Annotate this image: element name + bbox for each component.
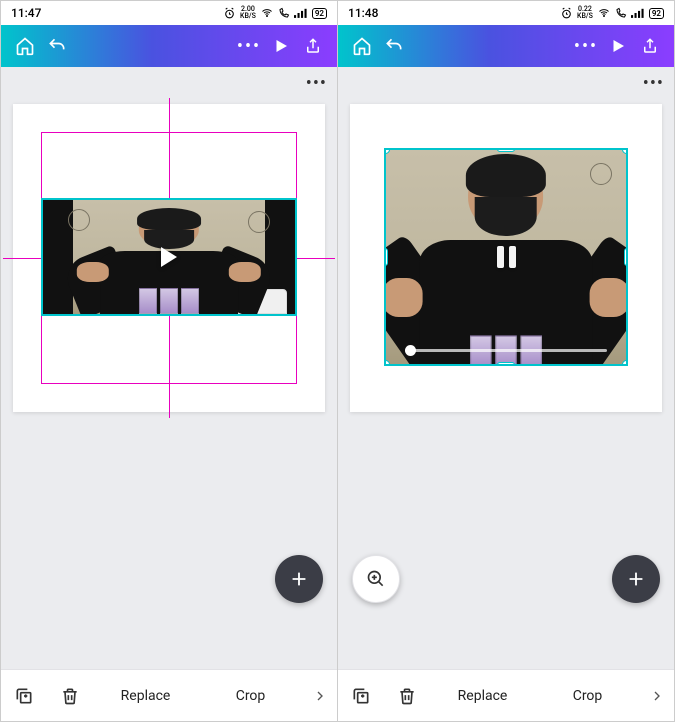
add-page-button[interactable]	[275, 555, 323, 603]
home-button[interactable]	[346, 30, 378, 62]
network-speed: 0.22 KB/S	[577, 6, 593, 20]
crop-button[interactable]: Crop	[535, 688, 640, 704]
status-time: 11:47	[11, 6, 41, 20]
pause-icon[interactable]	[497, 246, 516, 268]
duplicate-button[interactable]	[1, 686, 47, 706]
signal-icon	[631, 7, 645, 19]
undo-button[interactable]	[41, 30, 73, 62]
delete-button[interactable]	[47, 686, 93, 706]
battery-icon: 92	[312, 8, 327, 19]
editor-workspace: •••	[338, 67, 674, 669]
share-button[interactable]	[634, 30, 666, 62]
more-button[interactable]: •••	[570, 30, 602, 62]
app-toolbar: •••	[1, 25, 337, 67]
phone-screen-right: 11:48 0.22 KB/S 92	[337, 1, 674, 721]
replace-button[interactable]: Replace	[93, 688, 198, 704]
play-preview-button[interactable]	[265, 30, 297, 62]
video-element-selected[interactable]	[384, 148, 628, 366]
volte-icon	[278, 7, 290, 19]
resize-handle-w[interactable]	[384, 248, 388, 266]
app-toolbar: •••	[338, 25, 674, 67]
alarm-icon	[223, 7, 236, 20]
alarm-icon	[560, 7, 573, 20]
status-time: 11:48	[348, 6, 378, 20]
zoom-button[interactable]	[352, 555, 400, 603]
more-tools-button[interactable]	[640, 688, 674, 704]
home-button[interactable]	[9, 30, 41, 62]
share-button[interactable]	[297, 30, 329, 62]
status-bar: 11:47 2.00 KB/S 92	[1, 1, 337, 25]
bottom-toolbar: Replace Crop	[338, 669, 674, 721]
resize-handle-ne[interactable]	[622, 148, 628, 154]
resize-handle-n[interactable]	[497, 148, 515, 152]
replace-button[interactable]: Replace	[430, 688, 535, 704]
add-page-button[interactable]	[612, 555, 660, 603]
volte-icon	[615, 7, 627, 19]
phone-screen-left: 11:47 2.00 KB/S 92	[1, 1, 337, 721]
delete-button[interactable]	[384, 686, 430, 706]
play-icon[interactable]	[161, 247, 177, 267]
video-progress-track[interactable]	[405, 349, 607, 352]
signal-icon	[294, 7, 308, 19]
more-button[interactable]: •••	[233, 30, 265, 62]
battery-icon: 92	[649, 8, 664, 19]
resize-handle-e[interactable]	[624, 248, 628, 266]
network-speed: 2.00 KB/S	[240, 6, 256, 20]
resize-handle-sw[interactable]	[384, 360, 390, 366]
crop-button[interactable]: Crop	[198, 688, 303, 704]
status-bar: 11:48 0.22 KB/S 92	[338, 1, 674, 25]
play-preview-button[interactable]	[602, 30, 634, 62]
resize-handle-se[interactable]	[622, 360, 628, 366]
wifi-icon	[597, 7, 611, 19]
design-canvas[interactable]	[350, 104, 662, 412]
wifi-icon	[260, 7, 274, 19]
page-options-button[interactable]: •••	[643, 73, 664, 94]
page-options-button[interactable]: •••	[306, 73, 327, 94]
duplicate-button[interactable]	[338, 686, 384, 706]
editor-workspace: •••	[1, 67, 337, 669]
more-tools-button[interactable]	[303, 688, 337, 704]
bottom-toolbar: Replace Crop	[1, 669, 337, 721]
video-element[interactable]	[41, 198, 297, 316]
resize-handle-s[interactable]	[497, 362, 515, 366]
undo-button[interactable]	[378, 30, 410, 62]
design-canvas[interactable]	[13, 104, 325, 412]
